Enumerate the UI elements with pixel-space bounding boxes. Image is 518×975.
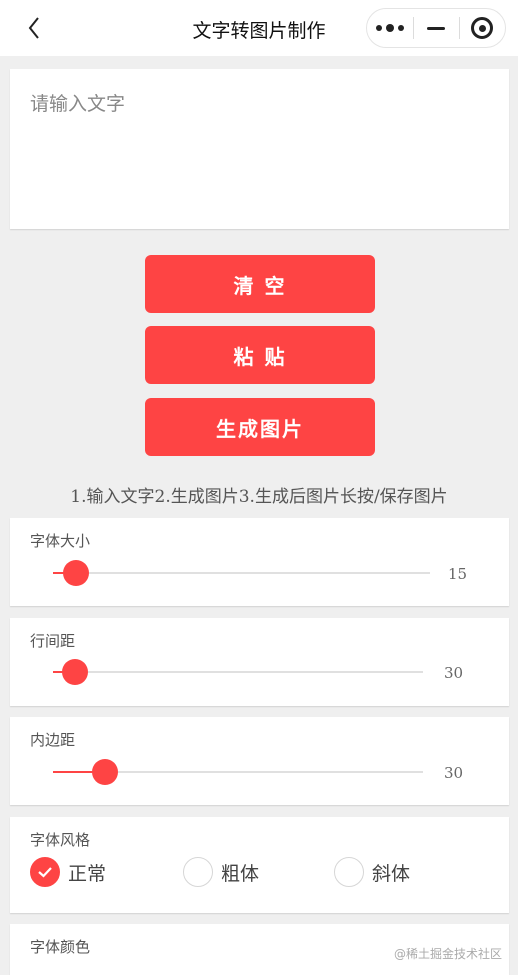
radio-circle [334,857,364,887]
radio-label: 粗体 [221,862,260,885]
radio-circle [30,857,60,887]
more-button[interactable] [367,9,413,47]
minimize-icon [427,26,445,30]
radio-circle [183,857,213,887]
padding-value: 30 [444,764,464,782]
radio-label: 斜体 [372,862,411,885]
radio-bold[interactable]: 粗体 [183,857,259,887]
line-spacing-value: 30 [444,664,464,682]
text-input[interactable] [10,69,509,229]
font-style-label: 字体风格 [30,831,91,849]
instructions-text: 1.输入文字2.生成图片3.生成后图片长按/保存图片 [70,487,448,507]
font-style-radio-group: 正常 粗体 斜体 [30,857,509,893]
font-size-slider[interactable] [53,558,430,588]
padding-slider[interactable] [53,757,423,787]
clear-button[interactable]: 清 空 [145,255,375,313]
radio-normal[interactable]: 正常 [30,857,106,887]
radio-label: 正常 [68,862,107,885]
slider-thumb[interactable] [62,659,89,685]
nav-bar: 文字转图片制作 [0,0,518,56]
minimize-button[interactable] [413,9,459,47]
target-icon [471,17,494,39]
paste-button[interactable]: 粘 贴 [145,326,375,384]
font-size-card: 字体大小 15 [10,518,509,606]
padding-label: 内边距 [30,731,76,749]
close-button[interactable] [459,9,505,47]
line-spacing-label: 行间距 [30,632,76,650]
generate-image-button[interactable]: 生成图片 [145,398,375,456]
radio-italic[interactable]: 斜体 [334,857,410,887]
mini-program-capsule [366,8,506,48]
slider-thumb[interactable] [91,759,118,785]
padding-card: 内边距 30 [10,717,509,805]
font-style-card: 字体风格 正常 粗体 斜体 [10,817,509,913]
font-size-value: 15 [448,565,468,583]
slider-track [53,671,423,673]
line-spacing-slider[interactable] [53,657,423,687]
slider-track [53,572,430,574]
font-size-label: 字体大小 [30,532,91,550]
slider-thumb[interactable] [62,560,89,586]
check-icon [38,867,52,878]
watermark: @稀土掘金技术社区 [393,947,502,961]
line-spacing-card: 行间距 30 [10,618,509,706]
font-color-label: 字体颜色 [30,938,91,956]
more-dots-icon [375,24,404,32]
